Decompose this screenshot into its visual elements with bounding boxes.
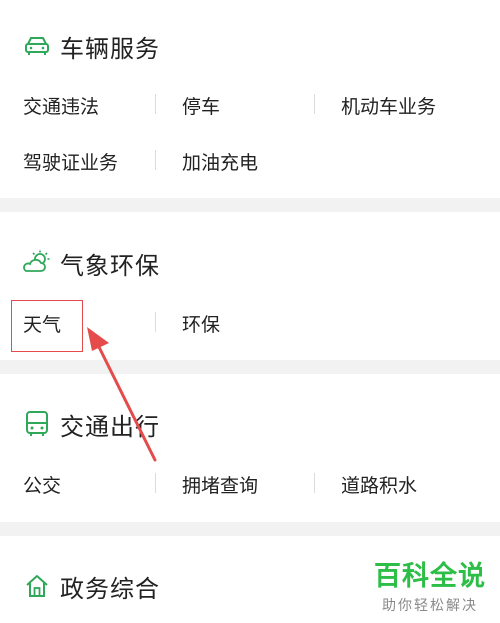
section-vehicle-service: 车辆服务 交通违法 停车 机动车业务 驾驶证业务 加油充电	[0, 0, 500, 198]
section-transportation: 交通出行 公交 拥堵查询 道路积水	[0, 374, 500, 522]
home-icon	[22, 571, 52, 601]
service-item-fuel-charging[interactable]: 加油充电	[182, 148, 258, 175]
divider	[314, 473, 315, 493]
service-item-vehicle-business[interactable]: 机动车业务	[341, 92, 436, 119]
section-title: 交通出行	[60, 412, 160, 441]
section-header-government-services: 政务综合	[22, 571, 160, 603]
divider	[155, 94, 156, 114]
service-item-bus[interactable]: 公交	[23, 471, 61, 498]
service-item-environment[interactable]: 环保	[182, 310, 220, 337]
section-title: 气象环保	[60, 251, 160, 280]
service-item-road-flooding[interactable]: 道路积水	[341, 471, 417, 498]
divider	[155, 150, 156, 170]
bus-icon	[22, 409, 52, 439]
divider	[155, 473, 156, 493]
watermark: 百科全说 助你轻松解决	[374, 554, 486, 615]
section-title: 政务综合	[60, 574, 160, 603]
service-item-parking[interactable]: 停车	[182, 92, 220, 119]
watermark-subtitle: 助你轻松解决	[382, 598, 478, 614]
car-icon	[22, 31, 52, 61]
section-header-transportation: 交通出行	[22, 409, 160, 441]
section-title: 车辆服务	[60, 34, 160, 63]
divider	[314, 94, 315, 114]
service-item-congestion-query[interactable]: 拥堵查询	[182, 471, 258, 498]
service-item-traffic-violation[interactable]: 交通违法	[23, 92, 99, 119]
service-item-license-business[interactable]: 驾驶证业务	[23, 148, 118, 175]
section-header-weather-environment: 气象环保	[22, 248, 160, 280]
highlight-box	[11, 300, 83, 352]
divider	[155, 312, 156, 332]
watermark-title: 百科全说	[374, 561, 486, 592]
weather-icon	[22, 248, 52, 278]
section-header-vehicle-service: 车辆服务	[22, 31, 160, 63]
